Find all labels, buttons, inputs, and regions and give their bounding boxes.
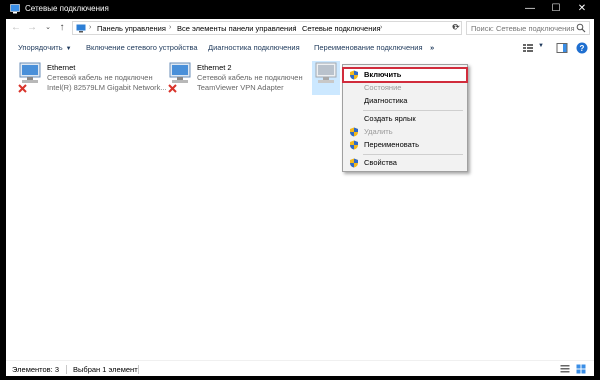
rename-connection-button[interactable]: Переименование подключения xyxy=(314,43,423,52)
breadcrumb-all-items[interactable]: Все элементы панели управления xyxy=(177,24,296,33)
change-view-icon[interactable] xyxy=(522,42,534,54)
selected-count: Выбран 1 элемент xyxy=(73,365,138,374)
refresh-icon[interactable]: ⟳ xyxy=(450,21,462,33)
menu-item-rename[interactable]: Переименовать xyxy=(344,139,466,151)
forward-arrow-icon[interactable]: → xyxy=(26,21,38,35)
connection-name: Ethernet xyxy=(47,63,76,72)
command-bar: Упорядочить ▼ Включение сетевого устройст… xyxy=(6,38,594,59)
breadcrumb-separator-icon[interactable]: › xyxy=(294,24,296,31)
breadcrumb-network-connections[interactable]: Сетевые подключения xyxy=(302,24,381,33)
breadcrumb[interactable]: › Панель управления › Все элементы панел… xyxy=(72,21,462,35)
menu-item-label: Включить xyxy=(364,70,402,79)
connection-item-ethernet[interactable]: Ethernet Сетевой кабель не подключен Int… xyxy=(16,61,167,99)
search-box[interactable] xyxy=(466,21,590,35)
items-count: Элементов: 3 xyxy=(12,365,60,374)
connection-status: Сетевой кабель не подключен xyxy=(47,73,153,82)
connection-device: Intel(R) 82579LM Gigabit Network... xyxy=(47,83,167,92)
breadcrumb-control-panel[interactable]: Панель управления xyxy=(97,24,166,33)
menu-item-create-shortcut[interactable]: Создать ярлык xyxy=(344,113,466,125)
minimize-button[interactable]: — xyxy=(520,2,540,16)
details-view-icon[interactable] xyxy=(560,364,570,374)
uac-shield-icon xyxy=(350,158,358,168)
large-icons-view-icon[interactable] xyxy=(576,364,586,374)
connection-device: TeamViewer VPN Adapter xyxy=(197,83,284,92)
control-panel-icon xyxy=(76,24,86,33)
svg-text:?: ? xyxy=(580,44,585,53)
status-bar: Элементов: 3 Выбран 1 элемент xyxy=(6,360,594,376)
menu-item-enable[interactable]: Включить xyxy=(342,67,468,83)
address-bar: ← → ⌄ ↑ › Панель управления › Все элемен… xyxy=(6,19,594,39)
search-input[interactable] xyxy=(467,23,576,34)
menu-separator xyxy=(363,110,463,111)
organize-dropdown-icon: ▼ xyxy=(65,46,72,52)
breadcrumb-separator-icon[interactable]: › xyxy=(89,24,91,31)
up-arrow-icon[interactable]: ↑ xyxy=(56,21,68,35)
menu-separator xyxy=(363,154,463,155)
menu-item-label: Создать ярлык xyxy=(364,114,416,123)
status-divider xyxy=(138,365,139,374)
menu-item-diagnose[interactable]: Диагностика xyxy=(344,95,466,107)
organize-label: Упорядочить xyxy=(18,43,63,52)
menu-item-label: Состояние xyxy=(364,83,402,92)
connection-item-ethernet-2[interactable]: Ethernet 2 Сетевой кабель не подключен T… xyxy=(166,61,316,99)
context-menu: Включить Состояние Диагностика Создать я… xyxy=(342,64,468,172)
organize-button[interactable]: Упорядочить ▼ xyxy=(18,43,72,52)
menu-item-delete[interactable]: Удалить xyxy=(344,126,466,138)
recent-locations-chevron-icon[interactable]: ⌄ xyxy=(42,21,54,35)
more-commands-button[interactable]: » xyxy=(430,43,434,52)
enable-device-button[interactable]: Включение сетевого устройства xyxy=(86,43,198,52)
search-icon xyxy=(576,23,586,33)
ethernet-adapter-icon xyxy=(168,62,191,93)
breadcrumb-separator-icon[interactable]: › xyxy=(169,24,171,31)
connection-item-disabled[interactable] xyxy=(312,61,344,99)
menu-item-label: Диагностика xyxy=(364,96,408,105)
back-arrow-icon[interactable]: ← xyxy=(10,21,22,35)
diagnose-connection-button[interactable]: Диагностика подключения xyxy=(208,43,300,52)
breadcrumb-separator-icon[interactable]: › xyxy=(380,24,382,31)
menu-item-label: Переименовать xyxy=(364,140,419,149)
window-title: Сетевые подключения xyxy=(25,4,109,13)
view-options-dropdown-icon[interactable]: ▼ xyxy=(538,43,544,55)
connections-list[interactable]: Ethernet Сетевой кабель не подключен Int… xyxy=(6,58,594,360)
menu-item-label: Свойства xyxy=(364,158,397,167)
menu-item-state[interactable]: Состояние xyxy=(344,82,466,94)
menu-item-properties[interactable]: Свойства xyxy=(344,157,466,169)
maximize-button[interactable]: ☐ xyxy=(546,2,566,16)
network-connections-icon xyxy=(10,4,20,14)
help-icon[interactable]: ? xyxy=(576,42,588,54)
uac-shield-icon xyxy=(350,127,358,137)
title-bar[interactable]: Сетевые подключения — ☐ ✕ xyxy=(6,0,594,19)
close-button[interactable]: ✕ xyxy=(572,2,592,16)
network-connections-window: Сетевые подключения — ☐ ✕ ← → ⌄ ↑ › Пане… xyxy=(6,0,594,376)
uac-shield-icon xyxy=(350,140,358,150)
uac-shield-icon xyxy=(350,70,358,80)
connection-status: Сетевой кабель не подключен xyxy=(197,73,303,82)
ethernet-adapter-icon xyxy=(18,62,41,93)
connection-name: Ethernet 2 xyxy=(197,63,232,72)
menu-item-label: Удалить xyxy=(364,127,393,136)
disabled-adapter-icon xyxy=(312,61,340,95)
preview-pane-icon[interactable] xyxy=(556,42,568,54)
status-divider xyxy=(66,365,67,374)
